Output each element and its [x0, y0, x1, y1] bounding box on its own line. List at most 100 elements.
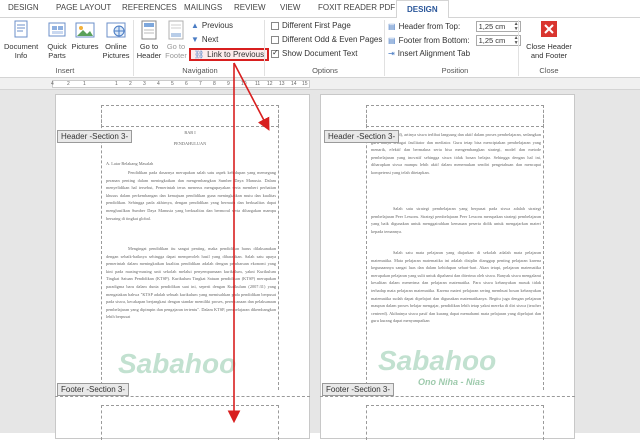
- quick-parts-icon: [46, 20, 68, 40]
- header-from-top-row: ▤ Header from Top: 1,25 cm ▲ ▼: [388, 21, 521, 32]
- document-info-label: Document Info: [4, 42, 39, 60]
- body-paragraph: Pendidikan pada dasarnya merupakan salah…: [106, 170, 276, 221]
- watermark-logo-left: Sabahoo: [118, 348, 237, 379]
- show-document-text-checkbox[interactable]: Show Document Text: [271, 48, 357, 58]
- section-heading: A. Latar Belakang Masalah: [106, 161, 154, 166]
- document-info-icon: [10, 20, 32, 40]
- ribbon-tabs: DESIGN PAGE LAYOUT REFERENCES MAILINGS R…: [0, 0, 640, 19]
- go-to-footer-icon: [165, 20, 187, 40]
- ruler-bar: 4 2 1 1 2 3 4 5 6 7 8 9 10 11 12 13 14 1…: [0, 78, 640, 90]
- close-icon: [538, 20, 560, 40]
- tab-design-home[interactable]: DESIGN: [8, 3, 39, 12]
- watermark-subtitle: Ono Niha - Nias: [418, 377, 486, 387]
- close-group-label: Close: [539, 66, 559, 75]
- pictures-button[interactable]: Pictures: [70, 20, 100, 51]
- tab-header-footer-design[interactable]: DESIGN: [396, 0, 449, 19]
- go-to-header-icon: [138, 20, 160, 40]
- previous-button[interactable]: ▲ Previous: [191, 21, 233, 30]
- close-header-footer-button[interactable]: Close Header and Footer: [524, 20, 574, 60]
- ruler-number: 11: [255, 81, 261, 87]
- online-pictures-button[interactable]: Online Pictures: [100, 20, 132, 60]
- next-button[interactable]: ▼ Next: [191, 35, 218, 44]
- navigation-group-label: Navigation: [182, 66, 218, 75]
- tab-view[interactable]: VIEW: [280, 3, 300, 12]
- insert-alignment-tab-button[interactable]: ⇥ Insert Alignment Tab: [388, 49, 470, 58]
- ruler-number: 14: [291, 81, 297, 87]
- ruler-number: 3: [143, 81, 146, 87]
- footer-section-label: Footer -Section 3-: [322, 383, 395, 396]
- close-header-footer-label: Close Header and Footer: [526, 42, 572, 60]
- header-from-top-label: Header from Top:: [398, 22, 461, 31]
- alignment-tab-icon: ⇥: [388, 49, 395, 58]
- ribbon: Document Info Quick Parts Pictures Onlin…: [0, 18, 640, 78]
- tab-mailings[interactable]: MAILINGS: [184, 3, 222, 12]
- pictures-label: Pictures: [71, 42, 99, 51]
- ruler-number: 10: [241, 81, 247, 87]
- options-group-label: Options: [312, 66, 338, 75]
- document-area: BAB I PENDAHULUAN A. Latar Belakang Masa…: [0, 90, 640, 440]
- link-icon: ⛓: [194, 50, 205, 59]
- footer-divider: [55, 396, 310, 397]
- different-odd-even-checkbox[interactable]: Different Odd & Even Pages: [271, 35, 382, 44]
- checkbox-checked: [271, 48, 279, 58]
- go-to-footer-label: Go to Footer: [165, 42, 187, 60]
- checkbox-unchecked: [271, 21, 279, 30]
- previous-label: Previous: [201, 21, 234, 30]
- header-from-top-input[interactable]: 1,25 cm ▲ ▼: [475, 21, 521, 32]
- quick-parts-label: Quick Parts: [47, 42, 67, 60]
- ruler-number: 1: [83, 81, 86, 87]
- footer-section-label: Footer -Section 3-: [57, 383, 130, 396]
- ruler-number: 13: [279, 81, 285, 87]
- ruler-number: 4: [51, 81, 54, 87]
- watermark-logo-right: Sabahoo: [378, 345, 497, 376]
- checkbox-unchecked: [271, 35, 279, 44]
- footer-position-icon: ▤: [388, 36, 396, 45]
- tab-foxit-reader-pdf[interactable]: FOXIT READER PDF: [318, 3, 395, 12]
- online-pictures-icon: [105, 20, 127, 40]
- ruler-number: 9: [227, 81, 230, 87]
- group-separator: [518, 20, 519, 76]
- ruler-number: 7: [199, 81, 202, 87]
- ruler-number: 4: [157, 81, 160, 87]
- footer-from-bottom-row: ▤ Footer from Bottom: 1,25 cm ▲ ▼: [388, 35, 521, 46]
- footer-divider: [320, 396, 575, 397]
- next-page-header-area: [366, 405, 544, 440]
- link-to-previous-button[interactable]: ⛓ Link to Previous: [189, 48, 270, 61]
- ruler-number: 2: [67, 81, 70, 87]
- ruler-number: 5: [171, 81, 174, 87]
- link-to-previous-label: Link to Previous: [207, 50, 265, 59]
- go-to-header-label: Go to Header: [136, 42, 162, 60]
- previous-icon: ▲: [191, 21, 199, 30]
- pictures-icon: [74, 20, 96, 40]
- ruler-number: 12: [267, 81, 273, 87]
- next-label: Next: [201, 35, 219, 44]
- horizontal-ruler[interactable]: 4 2 1 1 2 3 4 5 6 7 8 9 10 11 12 13 14 1…: [51, 80, 310, 88]
- different-first-page-checkbox[interactable]: Different First Page: [271, 21, 351, 30]
- go-to-footer-button[interactable]: Go to Footer: [162, 20, 190, 60]
- header-position-icon: ▤: [388, 22, 396, 31]
- header-section-label: Header -Section 3-: [57, 130, 133, 143]
- footer-from-bottom-label: Footer from Bottom:: [398, 36, 470, 45]
- group-separator: [264, 20, 265, 76]
- insert-group-label: Insert: [55, 66, 75, 75]
- tab-review[interactable]: REVIEW: [234, 3, 266, 12]
- tab-references[interactable]: REFERENCES: [122, 3, 177, 12]
- footer-from-bottom-input[interactable]: 1,25 cm ▲ ▼: [475, 35, 521, 46]
- ruler-number: 6: [185, 81, 188, 87]
- go-to-header-button[interactable]: Go to Header: [135, 20, 163, 60]
- next-page-header-area: [101, 405, 279, 440]
- body-paragraph: Salah satu strategi pembelajaran yang be…: [371, 206, 541, 234]
- tab-page-layout[interactable]: PAGE LAYOUT: [56, 3, 111, 12]
- ruler-number: 8: [213, 81, 216, 87]
- insert-alignment-tab-label: Insert Alignment Tab: [397, 49, 471, 58]
- different-first-page-label: Different First Page: [282, 21, 351, 30]
- online-pictures-label: Online Pictures: [102, 42, 130, 60]
- position-group-label: Position: [441, 66, 469, 75]
- document-info-button[interactable]: Document Info: [2, 20, 40, 60]
- group-separator: [384, 20, 385, 76]
- quick-parts-button[interactable]: Quick Parts: [42, 20, 72, 60]
- next-icon: ▼: [191, 35, 199, 44]
- ruler-number: 2: [129, 81, 132, 87]
- ruler-number: 1: [115, 81, 118, 87]
- group-separator: [133, 20, 134, 76]
